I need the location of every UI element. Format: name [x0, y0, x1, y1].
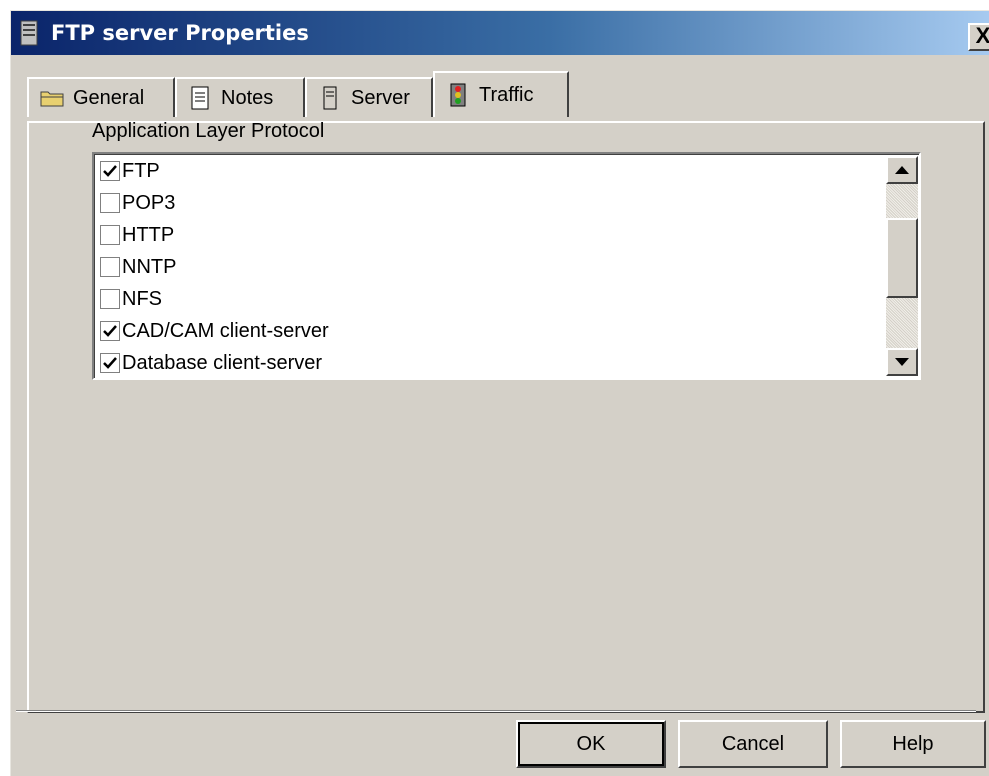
list-item[interactable]: HTTP [100, 220, 174, 250]
list-item-label: NFS [122, 287, 162, 310]
tab-server[interactable]: Server [305, 77, 433, 117]
vertical-scrollbar[interactable] [886, 156, 918, 376]
notes-icon [191, 86, 209, 110]
checkbox[interactable] [100, 225, 120, 245]
list-item-label: FTP [122, 159, 160, 182]
list-item[interactable]: FTP [100, 156, 160, 186]
protocol-list[interactable]: FTP POP3 HTTP NNTP NFS CAD/CAM client-se… [92, 152, 921, 380]
cancel-button[interactable]: Cancel [678, 720, 828, 768]
server-icon [20, 20, 38, 46]
list-item-label: POP3 [122, 191, 176, 214]
traffic-light-icon [450, 83, 466, 107]
checkbox[interactable] [100, 321, 120, 341]
list-item[interactable]: NFS [100, 284, 162, 314]
tab-general[interactable]: General [27, 77, 175, 117]
list-item-label: CAD/CAM client-server [122, 319, 329, 342]
arrow-down-icon [895, 358, 909, 366]
scroll-down-button[interactable] [886, 348, 918, 376]
tab-label: Traffic [479, 83, 534, 106]
list-item-label: Database client-server [122, 351, 323, 374]
checkbox[interactable] [100, 193, 120, 213]
list-item[interactable]: POP3 [100, 188, 175, 218]
checkbox[interactable] [100, 161, 120, 181]
checkbox[interactable] [100, 257, 120, 277]
list-item-label: HTTP [122, 223, 175, 246]
help-button[interactable]: Help [840, 720, 986, 768]
server-icon [323, 86, 337, 110]
list-item-label: NNTP [122, 255, 177, 278]
footer-divider [16, 710, 976, 712]
checkbox[interactable] [100, 289, 120, 309]
window-title: FTP server Properties [51, 21, 309, 45]
tab-label: Notes [221, 86, 274, 109]
tab-notes[interactable]: Notes [175, 77, 305, 117]
title-bar[interactable]: FTP server Properties X [11, 11, 989, 55]
list-item[interactable]: CAD/CAM client-server [100, 316, 329, 346]
tab-label: General [73, 86, 145, 109]
close-button[interactable]: X [968, 23, 989, 51]
folder-icon [40, 91, 64, 107]
tab-traffic[interactable]: Traffic [433, 71, 569, 117]
ok-button[interactable]: OK [516, 720, 666, 768]
list-item[interactable]: NNTP [100, 252, 176, 282]
scroll-up-button[interactable] [886, 156, 918, 184]
list-item[interactable]: Database client-server [100, 348, 322, 378]
tab-label: Server [351, 86, 410, 109]
checkbox[interactable] [100, 353, 120, 373]
scroll-thumb[interactable] [886, 218, 918, 298]
group-label: Application Layer Protocol [92, 120, 325, 142]
arrow-up-icon [895, 166, 909, 174]
